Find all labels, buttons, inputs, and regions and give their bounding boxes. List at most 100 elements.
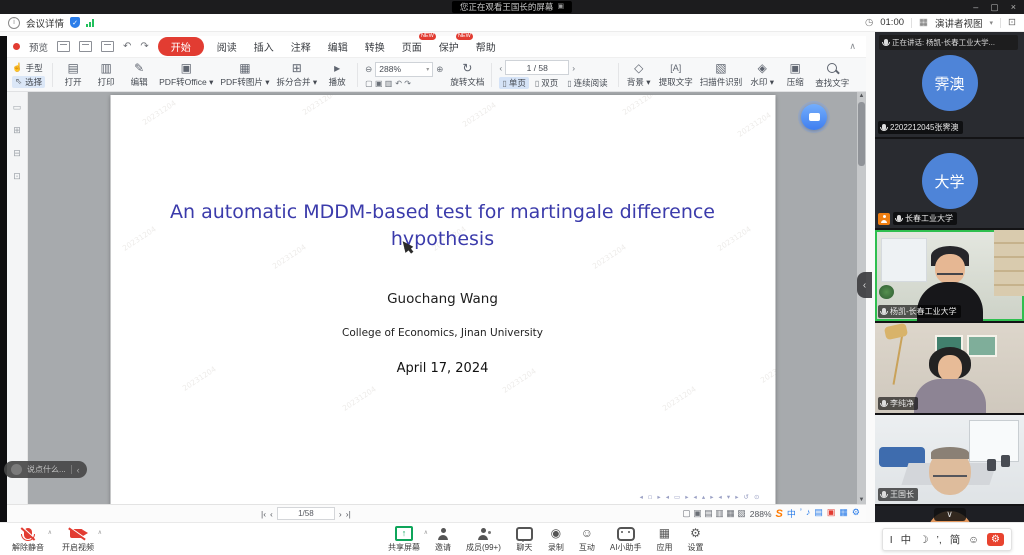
quick-chat-pill[interactable]: 说点什么... ‹	[4, 461, 87, 478]
ime-simplified-icon[interactable]: 简	[950, 532, 961, 547]
ribbon-collapse-icon[interactable]: ∧	[849, 41, 856, 52]
participant-tile[interactable]: 杨凯-长春工业大学	[875, 230, 1024, 321]
menu-protect[interactable]: 保护 NEW	[435, 39, 463, 54]
zoom-in-icon[interactable]: ⊕	[436, 64, 443, 75]
workspace-tab[interactable]: 预览	[29, 40, 48, 54]
participant-tile[interactable]: 王国长	[875, 415, 1024, 504]
settings-button[interactable]: ⚙ 设置	[687, 527, 703, 553]
start-video-button[interactable]: 开启视频∧	[62, 527, 94, 553]
fit-page-icons[interactable]: ▢ ▣ ▥	[365, 79, 392, 88]
view-mode-selector[interactable]: 演讲者视图	[935, 16, 983, 30]
participant-tile[interactable]: 大学 长春工业大学	[875, 139, 1024, 228]
menu-help[interactable]: 帮助	[472, 39, 500, 54]
open-button[interactable]: ▤打开	[60, 62, 86, 88]
statusbar-page-indicator[interactable]: 1/58	[277, 507, 335, 520]
prev-page-icon[interactable]: ‹	[270, 509, 273, 519]
menu-comment[interactable]: 注释	[287, 39, 315, 54]
background-button[interactable]: ◇背景 ▾	[626, 62, 652, 88]
quick-print-icon[interactable]	[101, 41, 114, 52]
vertical-scrollbar[interactable]: ▲ ▼	[857, 92, 866, 504]
split-merge-button[interactable]: ⊞拆分合并 ▾	[277, 62, 318, 88]
ime-lang-icon[interactable]: 中	[787, 507, 796, 520]
mic-options-caret-icon[interactable]: ∧	[48, 529, 52, 536]
quick-chat-placeholder[interactable]: 说点什么...	[27, 464, 66, 475]
watermark-button[interactable]: ◈水印 ▾	[749, 62, 775, 88]
undo-button[interactable]: ↶	[123, 41, 131, 52]
unmute-button[interactable]: 解除静音∧	[12, 527, 44, 553]
menu-read[interactable]: 阅读	[213, 39, 241, 54]
fullscreen-icon[interactable]: ⊡	[1008, 17, 1016, 28]
participant-tile[interactable]: ∨	[875, 506, 1024, 522]
rotate-document-button[interactable]: ↻旋转文档	[450, 62, 484, 88]
play-button[interactable]: ▸播放	[324, 62, 350, 88]
double-page-mode[interactable]: ▯双页	[532, 77, 561, 89]
pdf-to-office-button[interactable]: ▣PDF转Office ▾	[159, 62, 213, 88]
thumbnail-panel-icon[interactable]: ⊞	[13, 125, 21, 136]
sogou-ime-logo[interactable]: S	[776, 508, 783, 520]
menu-edit[interactable]: 编辑	[324, 39, 352, 54]
meeting-details-link[interactable]: 会议详情	[26, 16, 64, 30]
participant-tile[interactable]: 正在讲话: 杨凯-长春工业大学... 霁澳 2202212045张霁澳	[875, 31, 1024, 137]
next-page-icon[interactable]: ›	[339, 509, 342, 519]
edit-button[interactable]: ✎编辑	[126, 62, 152, 88]
rotate-page-icons[interactable]: ↶ ↷	[395, 79, 411, 88]
ime-voice-icon[interactable]: ♪	[806, 507, 811, 520]
chat-button[interactable]: 聊天	[516, 527, 533, 553]
find-text-button[interactable]: 查找文字	[815, 61, 849, 89]
menu-home[interactable]: 开始	[158, 37, 204, 56]
select-tool[interactable]: ⇖选择	[12, 76, 45, 88]
save-icon[interactable]	[79, 41, 92, 52]
ai-assistant-button[interactable]: AI小助手	[610, 527, 642, 553]
scrollbar-thumb[interactable]	[858, 102, 865, 166]
zoom-value-box[interactable]: 288%▾	[375, 62, 433, 77]
view-mode-icons[interactable]: ▢ ▣ ▤ ▥ ▦ ▧	[682, 508, 746, 519]
ime-halfwidth-icon[interactable]: ☽	[919, 534, 928, 546]
maximize-button[interactable]: ▢	[990, 0, 999, 14]
tray-red-icon[interactable]: ▣	[827, 507, 836, 520]
print-button[interactable]: ▥打印	[93, 62, 119, 88]
single-page-mode[interactable]: ▯单页	[499, 77, 528, 89]
tray-apps-icon[interactable]: ▦	[839, 507, 848, 520]
sidebar-collapse-tab[interactable]: ‹	[857, 272, 872, 298]
ime-toolbar[interactable]: I 中 ☽ ’, 简 ☺ ⚙	[882, 528, 1012, 551]
record-button[interactable]: ◉ 录制	[548, 527, 564, 553]
ime-punct-icon[interactable]: ’	[800, 507, 802, 520]
continuous-mode[interactable]: ▯连续阅读	[564, 77, 610, 89]
ime-keyboard-icon[interactable]: ▤	[814, 507, 823, 520]
scroll-up-icon[interactable]: ▲	[857, 93, 866, 99]
ime-settings-icon[interactable]: ⚙	[987, 533, 1004, 546]
menu-insert[interactable]: 插入	[250, 39, 278, 54]
redo-button[interactable]: ↷	[140, 41, 148, 52]
members-button[interactable]: 成员(99+)	[466, 527, 501, 553]
compress-button[interactable]: ▣压缩	[782, 62, 808, 88]
scroll-down-icon[interactable]: ▼	[857, 497, 866, 503]
ime-chinese-mode[interactable]: 中	[901, 532, 912, 547]
close-button[interactable]: ×	[1011, 0, 1016, 14]
quick-chat-collapse-icon[interactable]: ‹	[77, 465, 80, 475]
bookmark-panel-icon[interactable]: ▭	[13, 102, 22, 113]
ime-emoji-icon[interactable]: ☺	[968, 534, 979, 546]
last-page-icon[interactable]: ›|	[346, 509, 351, 519]
invite-button[interactable]: 邀请	[435, 527, 451, 553]
menu-page[interactable]: 页面 NEW	[398, 39, 426, 54]
scan-ocr-button[interactable]: ▧扫描件识别	[700, 62, 743, 88]
pdf-to-image-button[interactable]: ▦PDF转图片 ▾	[220, 62, 269, 88]
participant-tile[interactable]: 李纯净	[875, 323, 1024, 413]
ime-punctuation-icon[interactable]: ’,	[937, 534, 942, 546]
annotation-panel-icon[interactable]: ⊟	[13, 148, 21, 159]
tray-settings-icon[interactable]: ⚙	[852, 507, 860, 520]
menu-convert[interactable]: 转换	[361, 39, 389, 54]
new-file-icon[interactable]	[57, 41, 70, 52]
next-page-icon[interactable]: ›	[572, 63, 575, 73]
first-page-icon[interactable]: |‹	[261, 509, 266, 519]
view-mode-caret-icon[interactable]: ▾	[990, 19, 994, 27]
share-options-caret-icon[interactable]: ∧	[424, 529, 428, 536]
prev-page-icon[interactable]: ‹	[499, 63, 502, 73]
apps-button[interactable]: ▦ 应用	[656, 527, 672, 553]
page-indicator[interactable]: 1 / 58	[505, 60, 569, 75]
hand-tool[interactable]: ☝手型	[12, 62, 45, 74]
video-options-caret-icon[interactable]: ∧	[98, 529, 102, 536]
extract-text-button[interactable]: [A]提取文字	[659, 62, 693, 88]
share-screen-button[interactable]: ↑ 共享屏幕∧	[388, 527, 420, 553]
minimize-button[interactable]: –	[973, 0, 978, 14]
